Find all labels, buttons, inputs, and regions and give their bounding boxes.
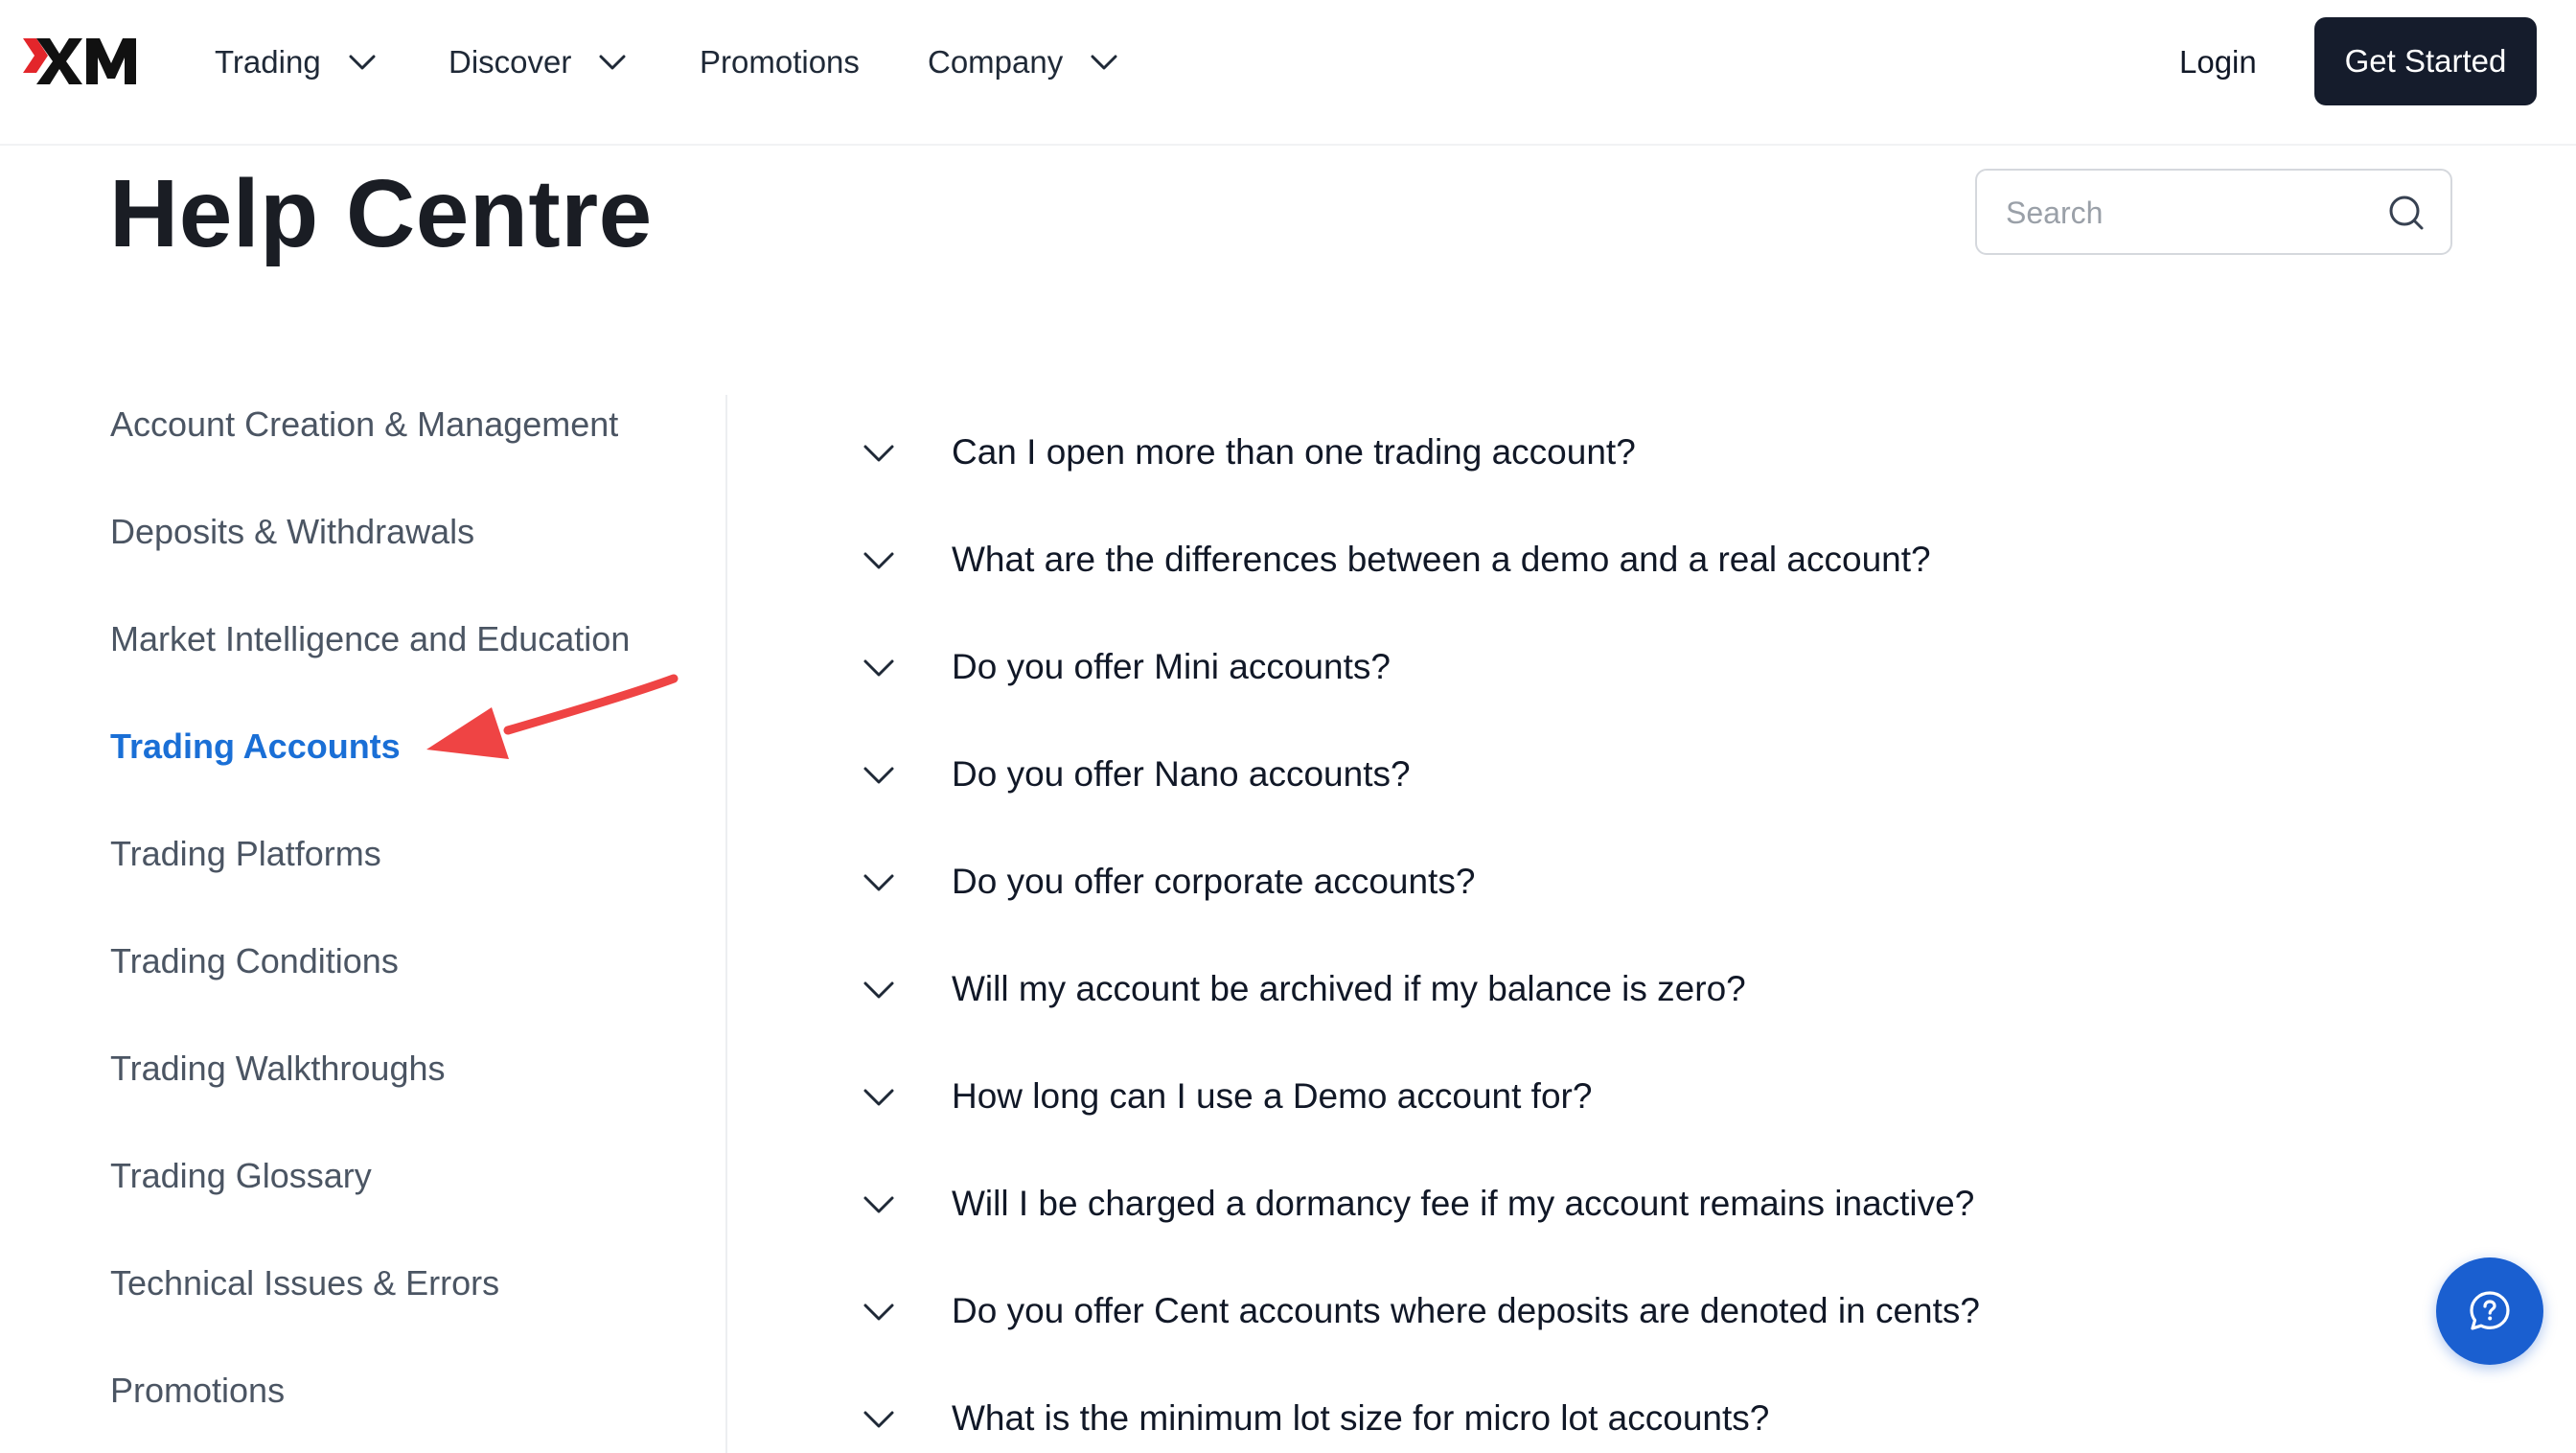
sidebar-item-promotions[interactable]: Promotions [110,1373,285,1408]
nav-trading-label: Trading [215,44,321,80]
nav-promotions[interactable]: Promotions [700,38,860,86]
nav-discover-label: Discover [448,44,572,80]
faq-question: What is the minimum lot size for micro l… [952,1398,1770,1438]
faq-item[interactable]: How long can I use a Demo account for? [862,1069,2204,1126]
chat-help-icon [2470,1291,2510,1330]
faq-item[interactable]: Can I open more than one trading account… [862,425,2204,482]
nav-promotions-label: Promotions [700,44,860,80]
chevron-down-icon [863,1411,894,1428]
get-started-button[interactable]: Get Started [2314,17,2537,105]
chevron-down-icon [863,1303,894,1321]
faq-item[interactable]: Do you offer Cent accounts where deposit… [862,1283,2204,1341]
sidebar-item-trading-conditions[interactable]: Trading Conditions [110,944,399,979]
chevron-down-icon [863,981,894,999]
xm-logo-mark [23,38,136,84]
chevron-down-icon [863,659,894,677]
chevron-down-icon [863,767,894,784]
faq-item[interactable]: What are the differences between a demo … [862,532,2204,589]
red-arrow-annotation [426,674,678,759]
faq-item[interactable]: Will I be charged a dormancy fee if my a… [862,1176,2204,1234]
faq-question: What are the differences between a demo … [952,540,1931,579]
nav-company-label: Company [928,44,1064,80]
faq-question: Do you offer Nano accounts? [952,754,1411,794]
xm-logo[interactable] [23,36,142,86]
login-link[interactable]: Login [2179,38,2257,86]
faq-question: Will I be charged a dormancy fee if my a… [952,1184,1975,1223]
faq-question: Do you offer Mini accounts? [952,647,1391,686]
page-title: Help Centre [109,160,653,267]
sidebar-item-trading-platforms[interactable]: Trading Platforms [110,837,381,871]
nav-discover[interactable]: Discover [448,38,627,86]
faq-item[interactable]: What is the minimum lot size for micro l… [862,1391,2204,1448]
nav-company[interactable]: Company [928,38,1118,86]
chevron-down-icon [863,552,894,569]
nav-trading[interactable]: Trading [215,38,377,86]
chat-help-button[interactable] [2436,1257,2543,1365]
faq-question: How long can I use a Demo account for? [952,1076,1593,1116]
faq-question: Do you offer corporate accounts? [952,862,1476,901]
sidebar-item-account-creation[interactable]: Account Creation & Management [110,407,618,442]
search-icon[interactable] [2387,194,2426,232]
faq-question: Can I open more than one trading account… [952,432,1636,472]
faq-item[interactable]: Do you offer Mini accounts? [862,639,2204,697]
chevron-down-icon [349,55,376,70]
sidebar-item-trading-walkthroughs[interactable]: Trading Walkthroughs [110,1051,446,1086]
chevron-down-icon [863,1196,894,1213]
faq-question: Will my account be archived if my balanc… [952,969,1746,1008]
faq-item[interactable]: Will my account be archived if my balanc… [862,961,2204,1019]
sidebar-item-technical-issues[interactable]: Technical Issues & Errors [110,1266,499,1301]
sidebar-item-trading-accounts[interactable]: Trading Accounts [110,729,401,764]
chevron-down-icon [863,1089,894,1106]
site-header: Trading Discover Promotions Company Logi… [0,0,2576,146]
sidebar-item-deposits-withdrawals[interactable]: Deposits & Withdrawals [110,515,474,549]
chevron-down-icon [1091,55,1117,70]
chevron-down-icon [863,445,894,462]
search-input[interactable] [2004,188,2372,238]
search-box [1975,169,2452,255]
faq-question: Do you offer Cent accounts where deposit… [952,1291,1980,1330]
sidebar-item-trading-glossary[interactable]: Trading Glossary [110,1159,372,1193]
sidebar-divider [725,395,727,1453]
faq-item[interactable]: Do you offer corporate accounts? [862,854,2204,911]
sidebar-item-market-intelligence[interactable]: Market Intelligence and Education [110,622,630,657]
faq-item[interactable]: Do you offer Nano accounts? [862,747,2204,804]
chevron-down-icon [599,55,626,70]
chevron-down-icon [863,874,894,891]
